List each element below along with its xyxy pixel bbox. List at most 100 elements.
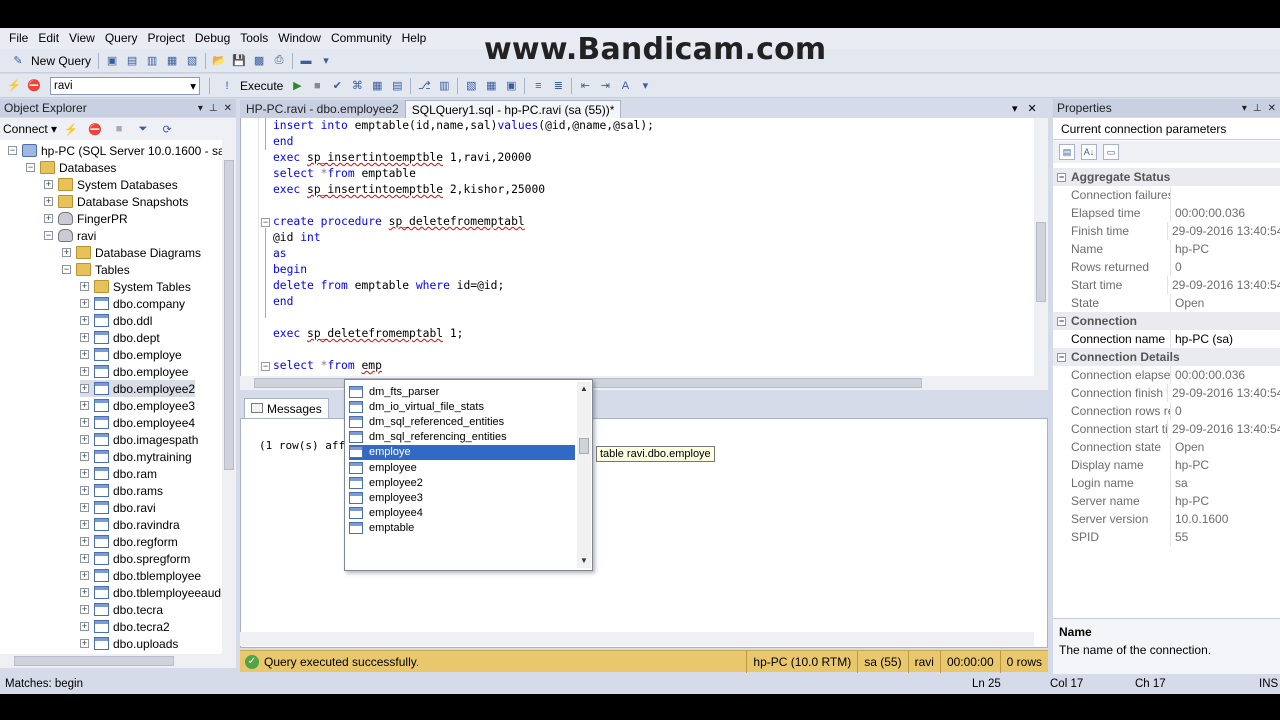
completion-item[interactable]: employe [349,444,575,460]
close-document-icon[interactable]: ✕ [1028,102,1037,115]
debug-icon[interactable]: ▶ [289,78,305,94]
collapse-icon[interactable]: − [26,163,35,172]
property-row[interactable]: Connection state Open [1053,438,1280,456]
expand-icon[interactable]: + [80,282,89,291]
menu-community[interactable]: Community [326,28,397,49]
client-stats-icon[interactable]: ▥ [436,78,452,94]
code-line[interactable]: exec sp_insertintoemptble 2,kishor,25000 [273,183,545,199]
property-row[interactable]: Display name hp-PC [1053,456,1280,474]
expand-icon[interactable]: + [80,605,89,614]
tree-node[interactable]: + System Tables [80,278,191,295]
expand-icon[interactable]: + [80,588,89,597]
xmla-query-icon[interactable]: ▧ [184,53,200,69]
code-line[interactable]: select *from emp [273,359,382,375]
categorized-icon[interactable]: ▤ [1059,144,1075,160]
activity-monitor-icon[interactable]: ▬ [298,53,314,69]
tree-node[interactable]: + dbo.imagespath [80,431,198,448]
tree-node[interactable]: − hp-PC (SQL Server 10.0.1600 - sa) [8,142,222,159]
code-line[interactable]: as [273,247,287,263]
property-row[interactable]: Login name sa [1053,474,1280,492]
auto-hide-pin-icon[interactable]: ⊥ [209,103,218,114]
tree-node[interactable]: − Tables [62,261,130,278]
tree-node[interactable]: − ravi [44,227,96,244]
toolbar-options-icon[interactable]: ▾ [637,78,653,94]
code-line[interactable]: create procedure sp_deletefromemptabl [273,215,525,231]
collapse-region-icon[interactable]: − [261,362,270,371]
code-line[interactable]: end [273,135,293,151]
property-row[interactable]: Server name hp-PC [1053,492,1280,510]
property-category[interactable]: − Connection [1053,312,1280,330]
completion-item[interactable]: employee [349,460,575,475]
analysis-query-icon[interactable]: ▤ [124,53,140,69]
completion-item[interactable]: employee2 [349,475,575,490]
expand-icon[interactable]: + [80,350,89,359]
filter-icon[interactable]: ⏷ [135,121,151,137]
close-icon[interactable]: ✕ [1268,103,1276,114]
expand-icon[interactable]: + [80,401,89,410]
tree-node[interactable]: + dbo.employee2 [80,380,196,397]
window-position-icon[interactable]: ▾ [1242,103,1247,114]
menu-project[interactable]: Project [143,28,190,49]
auto-hide-pin-icon[interactable]: ⊥ [1253,103,1262,114]
property-row[interactable]: SPID 55 [1053,528,1280,546]
collapse-icon[interactable]: − [1057,316,1066,326]
available-databases-select[interactable]: ravi ▾ [50,76,200,95]
code-line[interactable]: @id int [273,231,321,247]
collapse-icon[interactable]: − [62,265,71,274]
scrollbar-thumb[interactable] [14,656,174,666]
collapse-icon[interactable]: − [44,231,53,240]
refresh-icon[interactable]: ⟳ [159,121,175,137]
results-to-icon[interactable]: ▤ [389,78,405,94]
new-query-button[interactable]: ✎ New Query [4,53,95,69]
property-row[interactable]: Finish time 29-09-2016 13:40:54 [1053,222,1280,240]
menu-window[interactable]: Window [273,28,326,49]
tree-node[interactable]: + dbo.ravindra [80,516,180,533]
property-row[interactable]: Connection elapsed 00:00:00.036 [1053,366,1280,384]
results-to-file-icon[interactable]: ▣ [503,78,519,94]
tree-node[interactable]: + FingerPR [44,210,128,227]
tree-node[interactable]: + dbo.ddl [80,312,152,329]
property-row[interactable]: Connection start tir 29-09-2016 13:40:54 [1053,420,1280,438]
decrease-indent-icon[interactable]: ⇤ [577,78,593,94]
increase-indent-icon[interactable]: ⇥ [597,78,613,94]
scrollbar-thumb[interactable] [224,160,234,470]
code-line[interactable]: exec sp_deletefromemptabl 1; [273,327,463,343]
connect-icon[interactable]: ⚡ [6,78,22,94]
tab-sqlquery1[interactable]: SQLQuery1.sql - hp-PC.ravi (sa (55))* [404,100,622,118]
property-pages-icon[interactable]: ▭ [1103,144,1119,160]
tree-node[interactable]: + System Databases [44,176,178,193]
scroll-down-icon[interactable]: ▼ [580,556,588,565]
specify-template-values-icon[interactable]: A [617,78,633,94]
object-explorer-horizontal-scrollbar[interactable] [0,654,236,668]
completion-item[interactable]: dm_fts_parser [349,384,575,399]
collapse-icon[interactable]: − [8,146,17,155]
expand-icon[interactable]: + [80,520,89,529]
connect-button[interactable]: Connect ▾ [3,122,57,136]
completion-item[interactable]: employee4 [349,506,575,521]
display-plan-icon[interactable]: ⌘ [349,78,365,94]
results-to-grid-icon[interactable]: ▦ [483,78,499,94]
tab-table-designer[interactable]: HP-PC.ravi - dbo.employee2 [240,100,405,118]
tree-node[interactable]: + Database Snapshots [44,193,188,210]
comment-icon[interactable]: ≡ [530,78,546,94]
tab-list-icon[interactable]: ▾ [1012,102,1018,115]
expand-icon[interactable]: + [80,299,89,308]
menu-debug[interactable]: Debug [190,28,235,49]
menu-file[interactable]: File [4,28,33,49]
mdx-query-icon[interactable]: ▥ [144,53,160,69]
property-row[interactable]: Connection finish t 29-09-2016 13:40:54 [1053,384,1280,402]
scrollbar-thumb[interactable] [579,438,589,454]
toolbar-options-icon[interactable]: ▾ [318,53,334,69]
query-designer-icon[interactable]: ▦ [369,78,385,94]
tab-messages[interactable]: Messages [244,398,329,418]
expand-icon[interactable]: + [80,452,89,461]
execute-button[interactable]: ! Execute [213,78,287,94]
expand-icon[interactable]: + [80,537,89,546]
expand-icon[interactable]: + [80,469,89,478]
property-row[interactable]: Rows returned 0 [1053,258,1280,276]
expand-icon[interactable]: + [80,571,89,580]
expand-icon[interactable]: + [80,367,89,376]
tree-node[interactable]: + Database Diagrams [62,244,201,261]
code-line[interactable]: insert into emptable(id,name,sal)values(… [273,119,654,135]
properties-object-selector[interactable]: Current connection parameters [1053,118,1280,140]
